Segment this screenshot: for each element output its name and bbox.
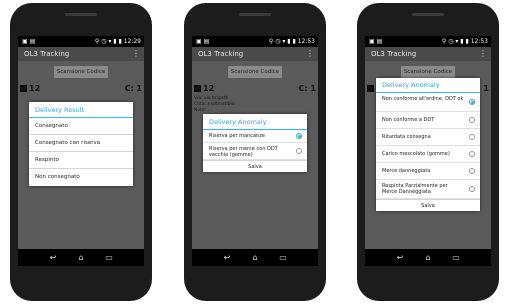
option-non-consegnato[interactable]: Non consegnato: [29, 169, 133, 186]
status-icons: ⚲ ◷ ▾ ▮ ▮: [94, 38, 124, 45]
action-bar: OL3 Tracking ⋮: [365, 47, 491, 61]
option-ritardata-consegna[interactable]: Ritardata consegna: [376, 129, 480, 146]
status-bar: ▣ ▤ ⚲ ◷ ▾ ▮ ▮ 12:53: [365, 36, 491, 47]
radio-unselected-icon[interactable]: [469, 134, 475, 140]
nav-bar: ↩ ⌂ ▭: [365, 249, 491, 266]
phone-3: ▣ ▤ ⚲ ◷ ▾ ▮ ▮ 12:53 OL3 Tracking ⋮ Scans…: [357, 3, 499, 301]
radio-selected-icon[interactable]: [469, 99, 475, 105]
recent-apps-icon[interactable]: ▭: [274, 249, 292, 266]
checkbox[interactable]: [20, 85, 27, 92]
back-arrow-icon[interactable]: ↩: [391, 249, 409, 266]
notification-icons: ▣ ▤: [22, 38, 36, 45]
option-consegnato[interactable]: Consegnato: [29, 118, 133, 135]
status-time: 12:53: [470, 38, 488, 45]
option-label: Merce danneggiata: [382, 168, 431, 174]
action-bar: OL3 Tracking ⋮: [18, 47, 144, 61]
action-bar: OL3 Tracking ⋮: [192, 47, 318, 61]
option-carico-mescolato[interactable]: Carico mescolato (gomme): [376, 146, 480, 163]
nav-bar: ↩ ⌂ ▭: [18, 249, 144, 266]
option-label: Respinta Parzialmente per Merce Danneggi…: [382, 183, 448, 195]
option-merce-danneggiata[interactable]: Merce danneggiata: [376, 163, 480, 180]
home-icon[interactable]: ⌂: [246, 249, 264, 266]
home-icon[interactable]: ⌂: [419, 249, 437, 266]
overflow-menu-icon[interactable]: ⋮: [479, 47, 487, 61]
status-time: 12:29: [123, 38, 141, 45]
info-row: 12 C: 1: [194, 84, 316, 94]
app-title: OL3 Tracking: [198, 50, 244, 58]
nav-bar: ↩ ⌂ ▭: [192, 249, 318, 266]
option-label: Riserva per mancanze: [209, 133, 265, 139]
back-arrow-icon[interactable]: ↩: [44, 249, 62, 266]
option-respinto[interactable]: Respinto: [29, 152, 133, 169]
radio-unselected-icon[interactable]: [469, 186, 475, 192]
home-icon[interactable]: ⌂: [72, 249, 90, 266]
recent-apps-icon[interactable]: ▭: [447, 249, 465, 266]
option-non-conforme-ddt[interactable]: Non conforme a DDT: [376, 112, 480, 129]
option-non-conforme-ordine[interactable]: Non conforme all'ordine, DDT ok: [376, 93, 480, 112]
info-row: 12 C: 1: [20, 84, 142, 94]
option-riserva-per-mancanze[interactable]: Riserva per mancanze: [203, 130, 307, 143]
save-button[interactable]: Salva: [203, 160, 307, 172]
count-left: 12: [29, 84, 41, 93]
option-riserva-ddt-vecchio[interactable]: Riserva per merce con DDT vecchio (gomme…: [203, 143, 307, 160]
count-right: C: 1: [124, 84, 142, 93]
dialog-title: Delivery Anomaly: [376, 78, 480, 93]
scan-code-button[interactable]: Scansione Codice: [54, 66, 108, 78]
radio-selected-icon[interactable]: [296, 133, 302, 139]
checkbox[interactable]: [194, 85, 201, 92]
address-text: Via: via brigatti Citta: moltinatibia No…: [194, 96, 314, 114]
option-consegnato-con-riserva[interactable]: Consegnato con riserva: [29, 135, 133, 152]
option-label: Riserva per merce con DDT vecchio (gomme…: [209, 146, 278, 158]
delivery-anomaly-dialog: Delivery Anomaly Non conforme all'ordine…: [376, 78, 480, 211]
phone-2: ▣ ▤ ⚲ ◷ ▾ ▮ ▮ 12:53 OL3 Tracking ⋮ Scans…: [184, 3, 326, 301]
delivery-result-dialog: Delivery Result Consegnato Consegnato co…: [29, 102, 133, 186]
dialog-title: Delivery Result: [29, 102, 133, 118]
scan-code-button[interactable]: Scansione Codice: [228, 66, 282, 78]
screen: ▣ ▤ ⚲ ◷ ▾ ▮ ▮ 12:53 OL3 Tracking ⋮ Scans…: [365, 36, 491, 266]
status-time: 12:53: [297, 38, 315, 45]
scan-code-button[interactable]: Scansione Codice: [401, 66, 455, 78]
status-bar: ▣ ▤ ⚲ ◷ ▾ ▮ ▮ 12:29: [18, 36, 144, 47]
status-icons: ⚲ ◷ ▾ ▮ ▮: [268, 38, 298, 45]
delivery-anomaly-dialog: Delivery Anomaly Riserva per mancanze Ri…: [203, 114, 307, 172]
option-label: Non conforme a DDT: [382, 117, 435, 123]
screen: ▣ ▤ ⚲ ◷ ▾ ▮ ▮ 12:29 OL3 Tracking ⋮ Scans…: [18, 36, 144, 266]
phone-1: ▣ ▤ ⚲ ◷ ▾ ▮ ▮ 12:29 OL3 Tracking ⋮ Scans…: [10, 3, 152, 301]
count-right: C: 1: [298, 84, 316, 93]
option-label: Carico mescolato (gomme): [382, 151, 450, 157]
radio-unselected-icon[interactable]: [469, 168, 475, 174]
back-arrow-icon[interactable]: ↩: [218, 249, 236, 266]
notification-icons: ▣ ▤: [369, 38, 383, 45]
screen: ▣ ▤ ⚲ ◷ ▾ ▮ ▮ 12:53 OL3 Tracking ⋮ Scans…: [192, 36, 318, 266]
save-button[interactable]: Salva: [376, 199, 480, 211]
count-left: 12: [203, 84, 215, 93]
option-respinta-parzialmente[interactable]: Respinta Parzialmente per Merce Danneggi…: [376, 180, 480, 199]
recent-apps-icon[interactable]: ▭: [100, 249, 118, 266]
overflow-menu-icon[interactable]: ⋮: [132, 47, 140, 61]
option-label: Ritardata consegna: [382, 134, 431, 140]
status-bar: ▣ ▤ ⚲ ◷ ▾ ▮ ▮ 12:53: [192, 36, 318, 47]
radio-unselected-icon[interactable]: [296, 148, 302, 154]
radio-unselected-icon[interactable]: [469, 151, 475, 157]
status-icons: ⚲ ◷ ▾ ▮ ▮: [441, 38, 471, 45]
app-title: OL3 Tracking: [24, 50, 70, 58]
dialog-title: Delivery Anomaly: [203, 114, 307, 130]
overflow-menu-icon[interactable]: ⋮: [306, 47, 314, 61]
checkbox[interactable]: [367, 85, 374, 92]
app-title: OL3 Tracking: [371, 50, 417, 58]
option-label: Non conforme all'ordine, DDT ok: [382, 96, 464, 102]
notification-icons: ▣ ▤: [196, 38, 210, 45]
radio-unselected-icon[interactable]: [469, 117, 475, 123]
